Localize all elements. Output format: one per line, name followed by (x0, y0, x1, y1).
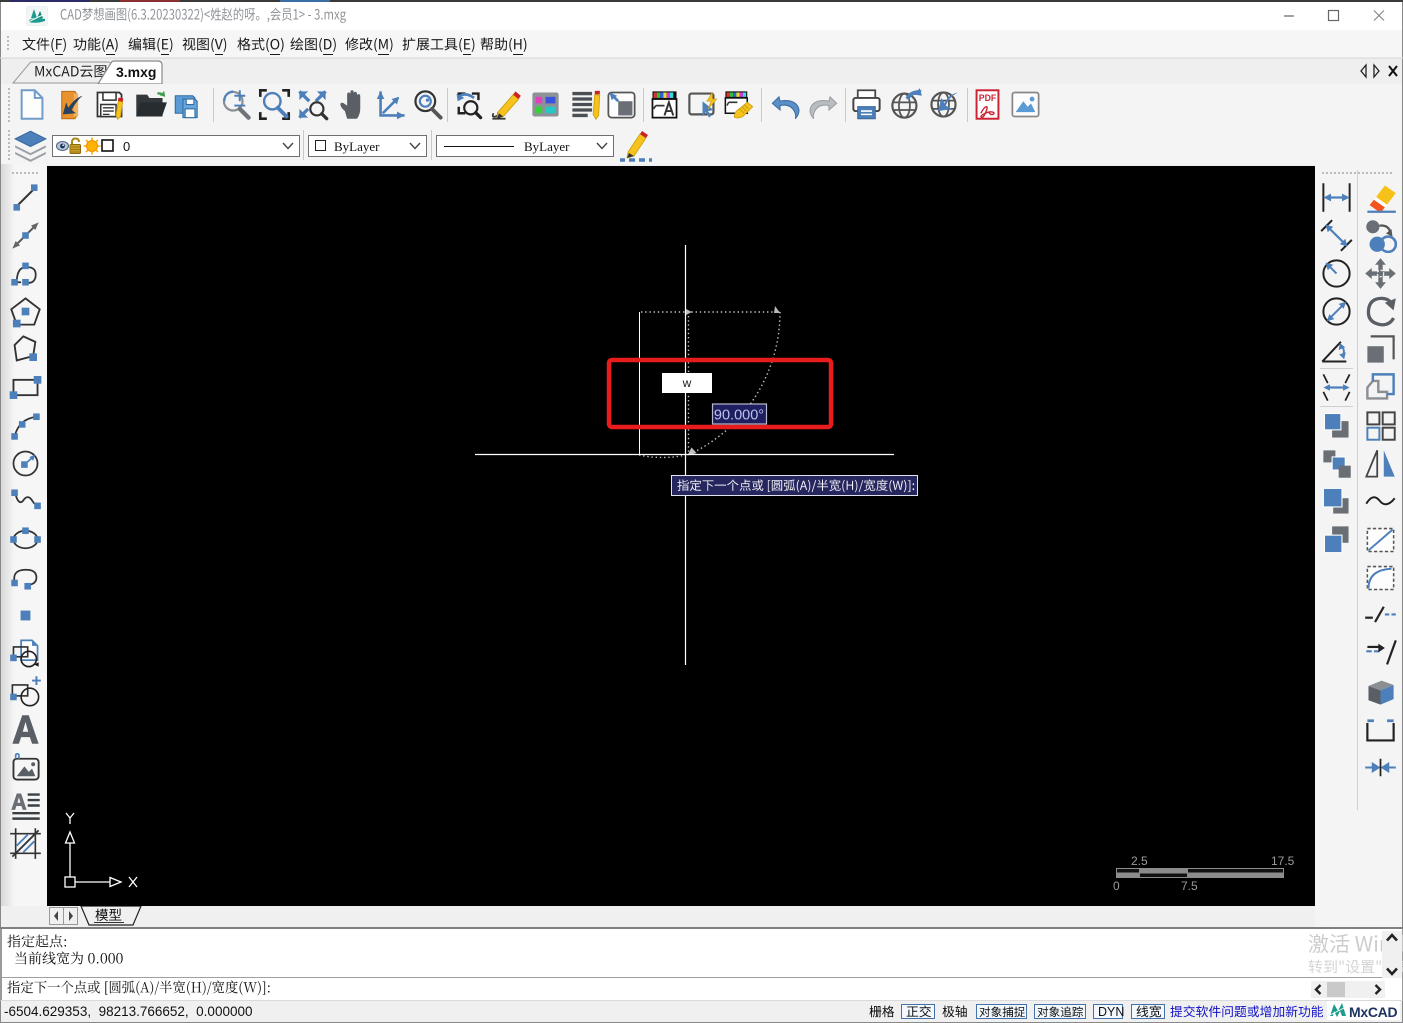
svg-text:7.5: 7.5 (1181, 879, 1198, 893)
svg-text:PDF: PDF (978, 93, 996, 103)
svg-text:17.5: 17.5 (1271, 854, 1295, 868)
svg-text:w: w (682, 376, 692, 390)
svg-text:2.5: 2.5 (1131, 854, 1148, 868)
svg-text:0: 0 (1113, 879, 1120, 893)
svg-text:90.000°: 90.000° (714, 408, 764, 424)
